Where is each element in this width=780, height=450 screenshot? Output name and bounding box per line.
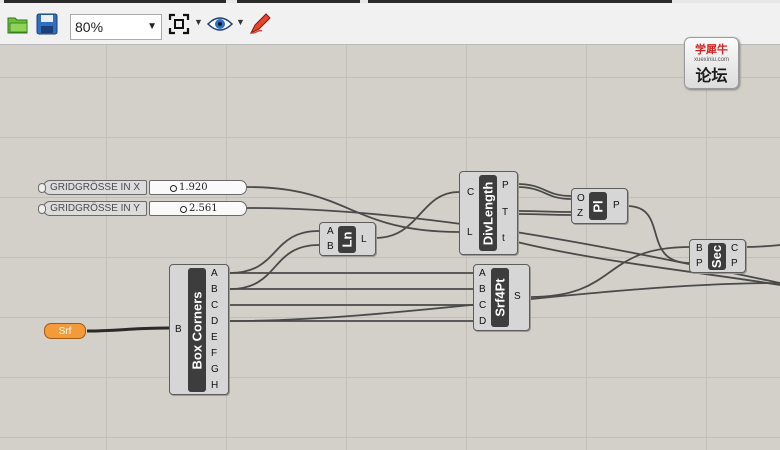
divlength-component[interactable]: C L DivLength P T t — [459, 171, 518, 255]
zoom-level-value: 80% — [75, 19, 104, 35]
output-pin[interactable]: C — [731, 244, 738, 254]
pl-component[interactable]: O Z Pl P — [571, 188, 628, 224]
sketch-pen-icon[interactable] — [248, 12, 272, 36]
ln-component[interactable]: A B Ln L — [319, 222, 376, 256]
output-pin[interactable]: D — [211, 317, 218, 327]
chevron-down-icon[interactable]: ▼ — [194, 17, 203, 27]
output-pin[interactable]: H — [211, 381, 218, 391]
save-icon[interactable] — [35, 12, 59, 36]
output-pin[interactable]: t — [502, 234, 505, 244]
output-grip[interactable] — [38, 204, 46, 214]
chevron-down-icon: ▼ — [147, 21, 157, 32]
component-title: Srf4Pt — [491, 268, 509, 327]
output-pin[interactable]: B — [211, 285, 218, 295]
output-pin[interactable]: L — [361, 235, 367, 245]
input-pin[interactable]: C — [467, 188, 474, 198]
input-pin[interactable]: B — [175, 325, 182, 335]
logo-line-1: 学犀牛 — [695, 44, 728, 56]
forum-logo: 学犀牛 xuexiniu.com 论坛 — [684, 37, 739, 89]
input-pin[interactable]: A — [327, 227, 334, 237]
input-pin[interactable]: P — [696, 259, 703, 269]
input-pin[interactable]: B — [327, 242, 334, 252]
component-title: DivLength — [479, 175, 497, 251]
input-pin[interactable]: D — [479, 317, 486, 327]
input-pin[interactable]: B — [696, 244, 703, 254]
canvas-toolbar: 80% ▼ ▼ ▼ — [0, 3, 780, 45]
slider-value: 2.561 — [189, 203, 218, 214]
output-pin[interactable]: P — [502, 181, 509, 191]
output-pin[interactable]: G — [211, 365, 219, 375]
slider-label: GRIDGRÖSSE IN X — [43, 180, 147, 195]
open-file-icon[interactable] — [6, 12, 30, 36]
component-title: Sec — [708, 243, 726, 270]
output-pin[interactable]: S — [514, 292, 521, 302]
chevron-down-icon[interactable]: ▼ — [236, 17, 245, 27]
preview-eye-icon[interactable] — [205, 12, 235, 36]
input-pin[interactable]: L — [467, 228, 473, 238]
input-pin[interactable]: O — [577, 194, 585, 204]
slider-track[interactable]: 2.561 — [149, 201, 247, 216]
slider-label: GRIDGRÖSSE IN Y — [43, 201, 147, 216]
slider-knob[interactable] — [180, 206, 187, 213]
zoom-level-select[interactable]: 80% ▼ — [70, 14, 162, 40]
input-pin[interactable]: Z — [577, 209, 583, 219]
output-pin[interactable]: P — [731, 259, 738, 269]
slider-knob[interactable] — [170, 185, 177, 192]
slider-track[interactable]: 1.920 — [149, 180, 247, 195]
output-pin[interactable]: P — [613, 201, 620, 211]
input-pin[interactable]: C — [479, 301, 486, 311]
output-pin[interactable]: C — [211, 301, 218, 311]
component-title: Box Corners — [188, 268, 206, 392]
component-title: Pl — [589, 192, 607, 220]
output-pin[interactable]: E — [211, 333, 218, 343]
output-pin[interactable]: F — [211, 349, 217, 359]
component-title: Ln — [338, 226, 356, 253]
input-pin[interactable]: B — [479, 285, 486, 295]
output-pin[interactable]: A — [211, 269, 218, 279]
output-pin[interactable]: T — [502, 208, 508, 218]
slider-value: 1.920 — [179, 182, 208, 193]
sec-component[interactable]: B P Sec C P — [689, 239, 746, 273]
srf-param[interactable]: Srf — [44, 323, 86, 339]
logo-line-3: 论坛 — [695, 68, 728, 85]
output-grip[interactable] — [38, 183, 46, 193]
input-pin[interactable]: A — [479, 269, 486, 279]
srf4pt-component[interactable]: A B C D Srf4Pt S — [473, 264, 530, 331]
box-corners-component[interactable]: B Box Corners A B C D E F G H — [169, 264, 229, 395]
grasshopper-canvas[interactable] — [0, 45, 780, 450]
zoom-extents-icon[interactable] — [167, 12, 191, 36]
